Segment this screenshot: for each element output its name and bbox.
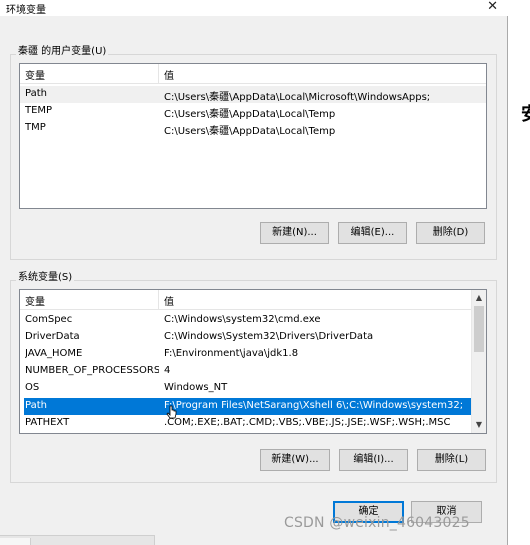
variable-value: C:\Windows\system32\cmd.exe	[164, 314, 321, 325]
user-variables-list[interactable]: 变量 值 Path C:\Users\秦疆\AppData\Local\Micr…	[19, 63, 487, 209]
table-row[interactable]: DriverData C:\Windows\System32\Drivers\D…	[20, 329, 473, 346]
title-bar: 环境变量 ✕	[0, 0, 508, 16]
mouse-pointer-icon	[166, 405, 177, 419]
variable-value: F:\Program Files\NetSarang\Xshell 6\;C:\…	[164, 400, 464, 411]
variable-name: Path	[25, 400, 47, 411]
list-header: 变量 值	[20, 290, 473, 310]
table-row[interactable]: OS Windows_NT	[20, 380, 473, 397]
window-title: 环境变量	[6, 5, 46, 16]
variable-name: JAVA_HOME	[25, 348, 83, 359]
column-header-value[interactable]: 值	[164, 293, 174, 308]
variable-name: TMP	[25, 122, 46, 133]
column-header-value[interactable]: 值	[164, 67, 174, 82]
table-row[interactable]: ComSpec C:\Windows\system32\cmd.exe	[20, 312, 473, 329]
variable-value: F:\Environment\java\jdk1.8	[164, 348, 299, 359]
system-delete-button[interactable]: 删除(L)	[417, 449, 486, 471]
system-edit-button[interactable]: 编辑(I)...	[339, 449, 408, 471]
close-icon[interactable]: ✕	[487, 0, 498, 14]
column-separator[interactable]	[158, 290, 159, 309]
system-variables-label: 系统变量(S)	[16, 268, 75, 283]
column-separator[interactable]	[158, 64, 159, 83]
watermark: CSDN @weixin_46043025	[284, 515, 470, 531]
background-window-text: 安	[521, 100, 530, 126]
system-new-button[interactable]: 新建(W)...	[260, 449, 330, 471]
vertical-scrollbar[interactable]: ▲ ▼	[471, 290, 486, 433]
variable-name: DriverData	[25, 331, 80, 342]
scroll-up-icon[interactable]: ▲	[472, 291, 486, 305]
scroll-thumb[interactable]	[474, 306, 484, 352]
table-row[interactable]: Path C:\Users\秦疆\AppData\Local\Microsoft…	[20, 86, 486, 103]
variable-name: PATHEXT	[25, 417, 70, 428]
column-header-variable[interactable]: 变量	[25, 67, 45, 82]
variable-name: OS	[25, 382, 40, 393]
variable-value: .COM;.EXE;.BAT;.CMD;.VBS;.VBE;.JS;.JSE;.…	[164, 417, 451, 428]
table-row[interactable]: NUMBER_OF_PROCESSORS 4	[20, 363, 473, 380]
variable-name: Path	[25, 88, 47, 99]
variable-value: Windows_NT	[164, 382, 228, 393]
user-edit-button[interactable]: 编辑(E)...	[338, 222, 407, 244]
table-row[interactable]: TEMP C:\Users\秦疆\AppData\Local\Temp	[20, 103, 486, 120]
user-new-button[interactable]: 新建(N)...	[260, 222, 329, 244]
list-header: 变量 值	[20, 64, 486, 84]
variable-name: ComSpec	[25, 314, 73, 325]
taskbar-tab[interactable]	[0, 538, 31, 545]
variable-value: C:\Windows\System32\Drivers\DriverData	[164, 331, 374, 342]
table-row-selected[interactable]: Path F:\Program Files\NetSarang\Xshell 6…	[24, 398, 471, 415]
variable-value: C:\Users\秦疆\AppData\Local\Temp	[164, 126, 336, 137]
variable-value: C:\Users\秦疆\AppData\Local\Temp	[164, 109, 336, 120]
table-row[interactable]: TMP C:\Users\秦疆\AppData\Local\Temp	[20, 120, 486, 137]
table-row[interactable]: JAVA_HOME F:\Environment\java\jdk1.8	[20, 346, 473, 363]
user-delete-button[interactable]: 删除(D)	[416, 222, 485, 244]
variable-name: NUMBER_OF_PROCESSORS	[25, 365, 159, 376]
user-variables-label: 秦疆 的用户变量(U)	[16, 42, 109, 57]
column-header-variable[interactable]: 变量	[25, 293, 45, 308]
environment-variables-dialog: 环境变量 ✕ 秦疆 的用户变量(U) 变量 值 Path C:\Users\秦疆…	[0, 0, 508, 545]
system-variables-list[interactable]: 变量 值 ComSpec C:\Windows\system32\cmd.exe…	[19, 289, 487, 434]
variable-name: TEMP	[25, 105, 53, 116]
variable-value: 4	[164, 365, 171, 376]
table-row[interactable]: PATHEXT .COM;.EXE;.BAT;.CMD;.VBS;.VBE;.J…	[20, 415, 473, 432]
scroll-down-icon[interactable]: ▼	[472, 418, 486, 432]
variable-value: C:\Users\秦疆\AppData\Local\Microsoft\Wind…	[164, 92, 431, 103]
